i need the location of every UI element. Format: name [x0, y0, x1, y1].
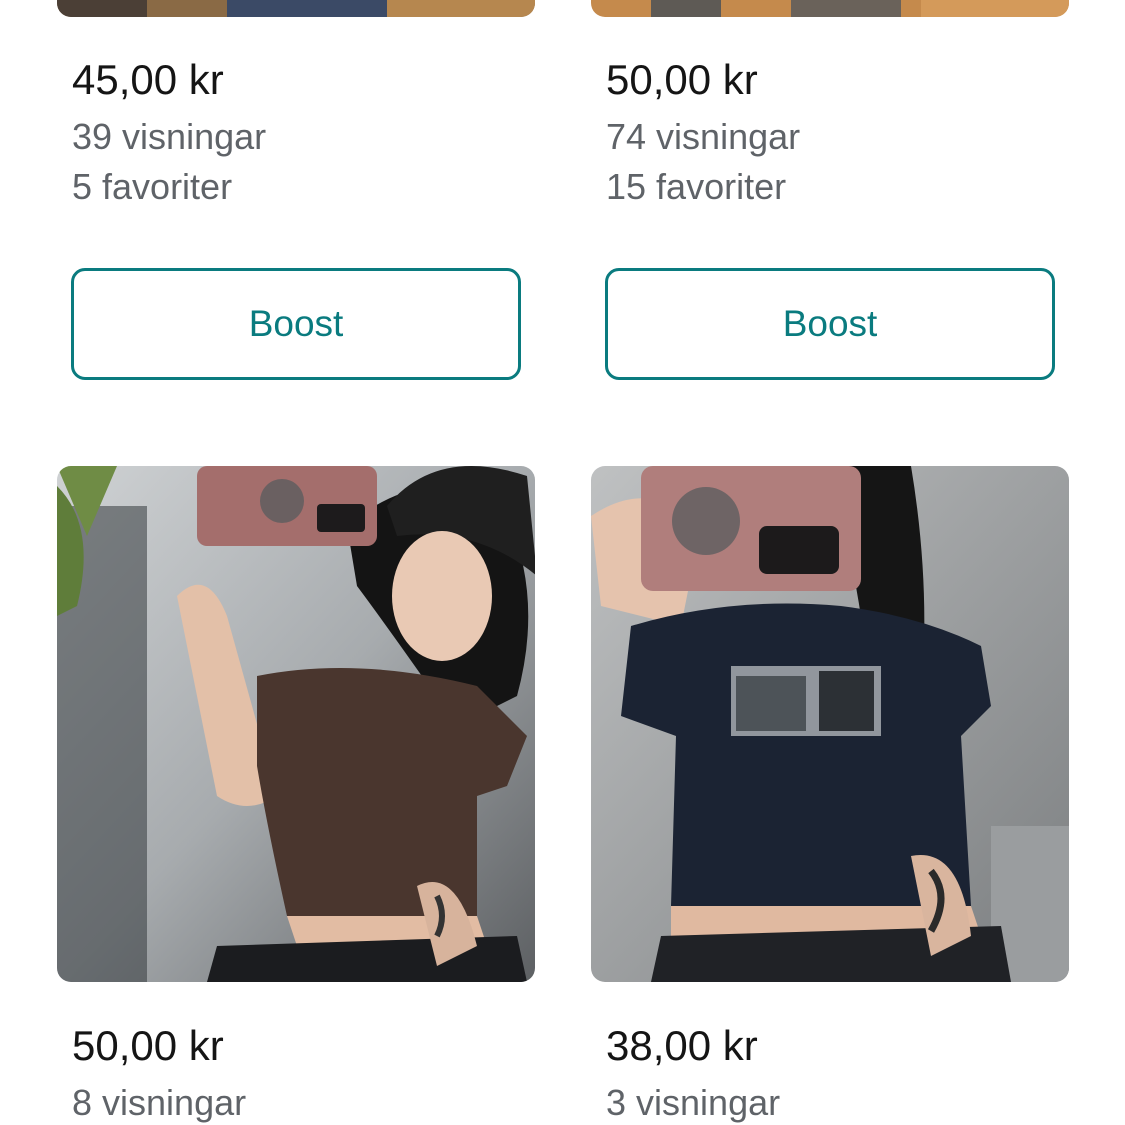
listing-photo[interactable] — [57, 0, 535, 17]
boost-button[interactable]: Boost — [605, 268, 1055, 380]
listing-photo[interactable] — [591, 0, 1069, 17]
listing-views: 39 visningar — [72, 116, 267, 157]
listing-views: 3 visningar — [606, 1082, 781, 1123]
black-graphic-crop-top-photo — [591, 466, 1069, 982]
listing-price: 45,00 kr — [72, 56, 224, 103]
listing-favorites: 15 favoriter — [606, 166, 787, 207]
listing-favorites: 5 favoriter — [72, 166, 233, 207]
boost-button[interactable]: Boost — [71, 268, 521, 380]
listing-price: 38,00 kr — [606, 1022, 758, 1069]
listing-views: 74 visningar — [606, 116, 801, 157]
listing-photo-image — [57, 0, 535, 17]
listing-photo-image — [591, 0, 1069, 17]
listing-price: 50,00 kr — [72, 1022, 224, 1069]
brown-crop-top-photo — [57, 466, 535, 982]
listing-views: 8 visningar — [72, 1082, 247, 1123]
listing-price: 50,00 kr — [606, 56, 758, 103]
listing-photo[interactable] — [591, 466, 1069, 982]
listing-photo[interactable] — [57, 466, 535, 982]
